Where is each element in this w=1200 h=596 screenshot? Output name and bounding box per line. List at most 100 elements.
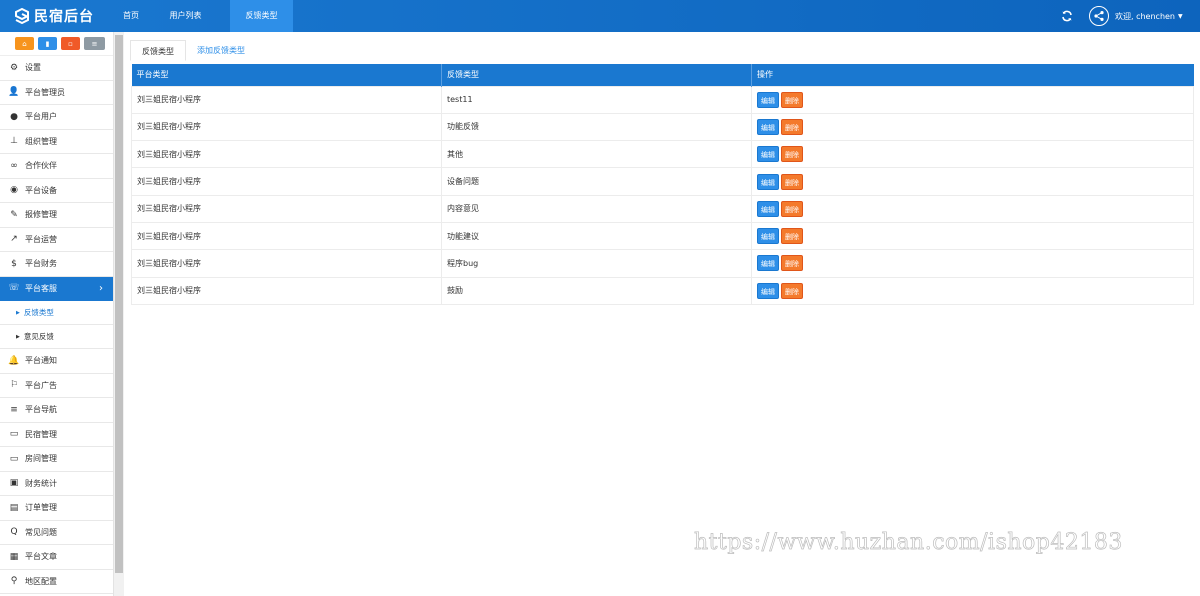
- cell-platform-type: 刘三姐民宿小程序: [131, 85, 442, 114]
- table-row: 刘三姐民宿小程序 内容意见 编辑 删除: [131, 194, 1194, 223]
- feedback-type-table: 平台类型 反馈类型 操作 刘三姐民宿小程序 test11 编辑 删除 刘三姐民宿小…: [131, 64, 1194, 305]
- delete-button[interactable]: 删除: [781, 118, 803, 135]
- list-icon[interactable]: ≡: [84, 37, 105, 50]
- sidebar-item-settings[interactable]: ⚙ 设置: [0, 56, 113, 81]
- sidebar-item-devices[interactable]: ◉ 平台设备: [0, 179, 113, 203]
- trash-icon[interactable]: ▫: [61, 37, 80, 50]
- sidebar-item-regions[interactable]: ⚲ 地区配置: [0, 570, 113, 594]
- edit-button[interactable]: 编辑: [757, 118, 779, 135]
- sidebar-item-customer-service[interactable]: ☏ 平台客服 ›: [0, 276, 113, 301]
- user-menu[interactable]: 欢迎, chenchen ▼: [1089, 6, 1183, 26]
- cell-actions: 编辑 删除: [751, 276, 1194, 305]
- sidebar-subitem-feedback[interactable]: ▶ 意见反馈: [0, 325, 113, 349]
- map-marker-icon: ⚲: [10, 576, 18, 587]
- table-header-row: 平台类型 反馈类型 操作: [131, 64, 1194, 86]
- column-header-platform-type: 平台类型: [131, 64, 442, 86]
- share-avatar-icon: [1089, 6, 1109, 26]
- triangle-right-icon: ▶: [16, 309, 20, 316]
- table-row: 刘三姐民宿小程序 鼓励 编辑 删除: [131, 276, 1194, 305]
- edit-button[interactable]: 编辑: [757, 228, 779, 245]
- sidebar-item-operations[interactable]: ↗ 平台运营: [0, 228, 113, 252]
- edit-button[interactable]: 编辑: [757, 200, 779, 217]
- cell-feedback-type: 设备问题: [441, 167, 752, 196]
- delete-button[interactable]: 删除: [781, 173, 803, 190]
- column-header-feedback-type: 反馈类型: [441, 64, 752, 86]
- sidebar-item-notices[interactable]: 🔔 平台通知: [0, 349, 113, 374]
- delete-button[interactable]: 删除: [781, 228, 803, 245]
- grid-icon: ▦: [9, 551, 19, 562]
- cell-platform-type: 刘三姐民宿小程序: [131, 140, 442, 169]
- delete-button[interactable]: 删除: [781, 282, 803, 299]
- sidebar-item-label: 平台通知: [25, 356, 57, 366]
- edit-button[interactable]: 编辑: [757, 146, 779, 163]
- user-add-icon: 👤: [8, 87, 20, 98]
- edit-button[interactable]: 编辑: [757, 173, 779, 190]
- logo[interactable]: 民宿后台: [14, 7, 94, 25]
- cell-platform-type: 刘三姐民宿小程序: [131, 249, 442, 278]
- sidebar-item-label: 财务统计: [25, 478, 57, 488]
- sidebar-item-label: 组织管理: [25, 136, 57, 146]
- question-icon: Q: [10, 527, 18, 538]
- top-bar: 民宿后台 首页 用户列表 反馈类型 欢迎, chenchen ▼: [0, 0, 1200, 32]
- tab-add-feedback-type[interactable]: 添加反馈类型: [186, 40, 256, 61]
- sidebar-subitem-feedback-type[interactable]: ▶ 反馈类型: [0, 301, 113, 325]
- nav-feedback-type[interactable]: 反馈类型: [230, 0, 293, 32]
- sidebar-item-homestay[interactable]: ▭ 民宿管理: [0, 423, 113, 447]
- handshake-icon: ∞: [10, 160, 18, 171]
- user-icon: ●: [10, 111, 18, 122]
- cell-actions: 编辑 删除: [751, 85, 1194, 114]
- tab-feedback-type[interactable]: 反馈类型: [130, 40, 186, 61]
- home-icon[interactable]: ⌂: [15, 37, 34, 50]
- line-chart-icon: ↗: [10, 234, 18, 245]
- edit-button[interactable]: 编辑: [757, 91, 779, 108]
- table-row: 刘三姐民宿小程序 功能反馈 编辑 删除: [131, 112, 1194, 142]
- delete-button[interactable]: 删除: [781, 146, 803, 163]
- file-icon[interactable]: ▮: [38, 37, 57, 50]
- scrollbar-thumb[interactable]: [115, 35, 123, 573]
- sidebar-item-articles[interactable]: ▦ 平台文章: [0, 545, 113, 570]
- refresh-icon[interactable]: [1061, 10, 1073, 22]
- content-tabs: 反馈类型 添加反馈类型: [130, 40, 256, 61]
- sidebar-item-users[interactable]: ● 平台用户: [0, 105, 113, 130]
- monitor-icon: ▭: [9, 429, 19, 440]
- sidebar-item-label: 平台设备: [25, 185, 57, 195]
- sidebar-item-ads[interactable]: ⚐ 平台广告: [0, 374, 113, 398]
- sidebar-item-label: 房间管理: [25, 454, 57, 464]
- table-row: 刘三姐民宿小程序 test11 编辑 删除: [131, 85, 1194, 114]
- sidebar-item-label: 常见问题: [25, 527, 57, 537]
- cell-actions: 编辑 删除: [751, 140, 1194, 169]
- sidebar-item-label: 民宿管理: [25, 429, 57, 439]
- nav-home[interactable]: 首页: [108, 0, 154, 32]
- gears-icon: ⚙: [9, 62, 19, 73]
- edit-button[interactable]: 编辑: [757, 255, 779, 272]
- cell-feedback-type: 功能反馈: [441, 112, 752, 142]
- sidebar-item-statistics[interactable]: ▣ 财务统计: [0, 472, 113, 496]
- welcome-text: 欢迎, chenchen: [1115, 11, 1176, 21]
- sidebar-item-finance[interactable]: $ 平台财务: [0, 252, 113, 277]
- delete-button[interactable]: 删除: [781, 255, 803, 272]
- cell-platform-type: 刘三姐民宿小程序: [131, 221, 442, 251]
- nav-user-list[interactable]: 用户列表: [154, 0, 217, 32]
- sidebar-item-orders[interactable]: ▤ 订单管理: [0, 496, 113, 521]
- sidebar-item-admins[interactable]: 👤 平台管理员: [0, 81, 113, 105]
- sidebar-item-partners[interactable]: ∞ 合作伙伴: [0, 154, 113, 179]
- edit-button[interactable]: 编辑: [757, 282, 779, 299]
- delete-button[interactable]: 删除: [781, 91, 803, 108]
- wrench-icon: ✎: [10, 209, 18, 220]
- cell-feedback-type: 内容意见: [441, 194, 752, 223]
- sidebar-item-navigation[interactable]: ≡ 平台导航: [0, 398, 113, 423]
- sidebar-item-rooms[interactable]: ▭ 房间管理: [0, 447, 113, 472]
- sidebar-item-label: 平台导航: [25, 405, 57, 415]
- cell-actions: 编辑 删除: [751, 249, 1194, 278]
- monitor-icon: ▭: [9, 453, 19, 464]
- sidebar-item-repairs[interactable]: ✎ 报修管理: [0, 203, 113, 228]
- sidebar-scrollbar[interactable]: [114, 32, 124, 596]
- cell-feedback-type: 其他: [441, 140, 752, 169]
- sidebar: ⌂ ▮ ▫ ≡ ⚙ 设置 👤 平台管理员 ● 平台用户 ⊥ 组织管理 ∞ 合作伙…: [0, 32, 114, 596]
- sidebar-item-faq[interactable]: Q 常见问题: [0, 521, 113, 545]
- delete-button[interactable]: 删除: [781, 200, 803, 217]
- cell-platform-type: 刘三姐民宿小程序: [131, 112, 442, 142]
- sidebar-item-organization[interactable]: ⊥ 组织管理: [0, 130, 113, 154]
- main-content: 反馈类型 添加反馈类型 平台类型 反馈类型 操作 刘三姐民宿小程序 test11…: [124, 32, 1200, 596]
- flag-icon: ⚐: [9, 380, 19, 391]
